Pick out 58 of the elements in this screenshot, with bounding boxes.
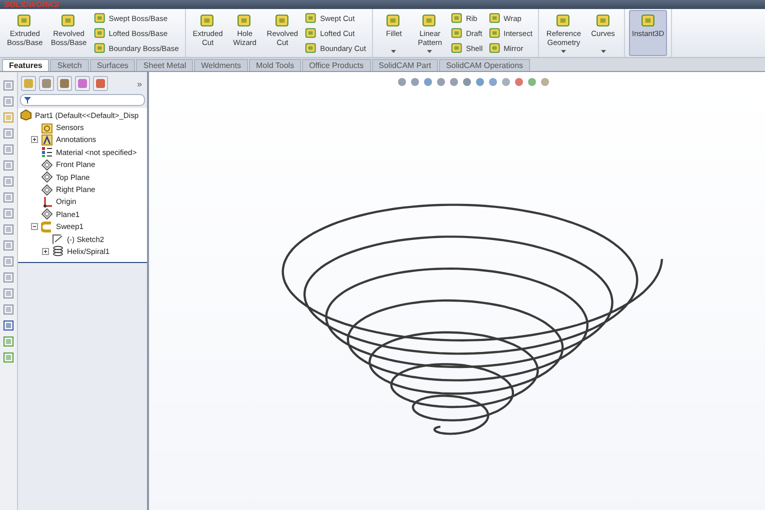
tool-icon (422, 13, 438, 28)
tool-icon (305, 42, 318, 54)
collapse-icon[interactable] (31, 223, 38, 230)
toolbar-icon[interactable] (3, 352, 14, 363)
app-logo: SOLIDWORKS (4, 0, 60, 9)
tool-icon (640, 13, 656, 28)
sweep-icon (41, 220, 53, 233)
tool-icon (488, 42, 501, 54)
tool-icon (61, 13, 76, 28)
panel-tab[interactable] (57, 76, 72, 91)
plane-icon (41, 208, 53, 220)
tool-icon (94, 42, 106, 54)
expand-icon[interactable] (42, 248, 49, 255)
origin-icon (41, 196, 53, 208)
toolbar-icon[interactable] (3, 320, 14, 331)
ribbon-tab[interactable]: SolidCAM Operations (439, 59, 530, 71)
filter-field[interactable] (20, 94, 145, 106)
tool-icon (17, 13, 32, 28)
tool-icon (450, 27, 463, 39)
material-icon (41, 146, 53, 158)
tool-icon (488, 12, 501, 24)
plane-icon (41, 184, 53, 196)
more-button[interactable]: » (134, 78, 144, 88)
tool-icon (94, 12, 106, 24)
tool-icon (94, 27, 106, 39)
helix-icon (52, 245, 64, 258)
panel-tab[interactable] (39, 76, 54, 91)
ribbon-tab[interactable]: Surfaces (90, 59, 136, 71)
sketch-icon (52, 233, 64, 246)
tool-icon (450, 12, 463, 24)
part-icon (20, 109, 32, 122)
tool-icon (305, 27, 318, 39)
tool-icon (596, 13, 611, 28)
tool-icon (305, 12, 318, 24)
ribbon-tab[interactable]: Mold Tools (248, 59, 302, 71)
ribbon-tab[interactable]: Weldments (194, 59, 248, 71)
tool-icon (450, 42, 463, 54)
tool-icon (556, 13, 572, 28)
panel-tab[interactable] (93, 76, 108, 91)
tool-icon (386, 13, 402, 28)
tool-icon (237, 13, 252, 28)
plane-icon (41, 171, 53, 184)
folder-icon (41, 122, 53, 134)
ribbon-tab[interactable]: Sketch (50, 59, 89, 71)
annotation-icon (41, 134, 53, 146)
ribbon-tab[interactable]: Sheet Metal (136, 59, 194, 71)
expand-icon[interactable] (31, 136, 38, 144)
ribbon-tab[interactable]: SolidCAM Part (372, 59, 438, 71)
tool-icon (274, 13, 290, 28)
ribbon-tab[interactable]: Features (2, 59, 50, 71)
tool-icon (200, 13, 216, 28)
panel-tab[interactable] (21, 76, 36, 91)
plane-icon (41, 158, 53, 171)
tool-icon (488, 27, 501, 39)
ribbon-tab[interactable]: Office Products (302, 59, 371, 71)
toolbar-icon[interactable] (3, 336, 14, 347)
filter-icon (24, 96, 31, 104)
panel-tab[interactable] (75, 76, 90, 91)
